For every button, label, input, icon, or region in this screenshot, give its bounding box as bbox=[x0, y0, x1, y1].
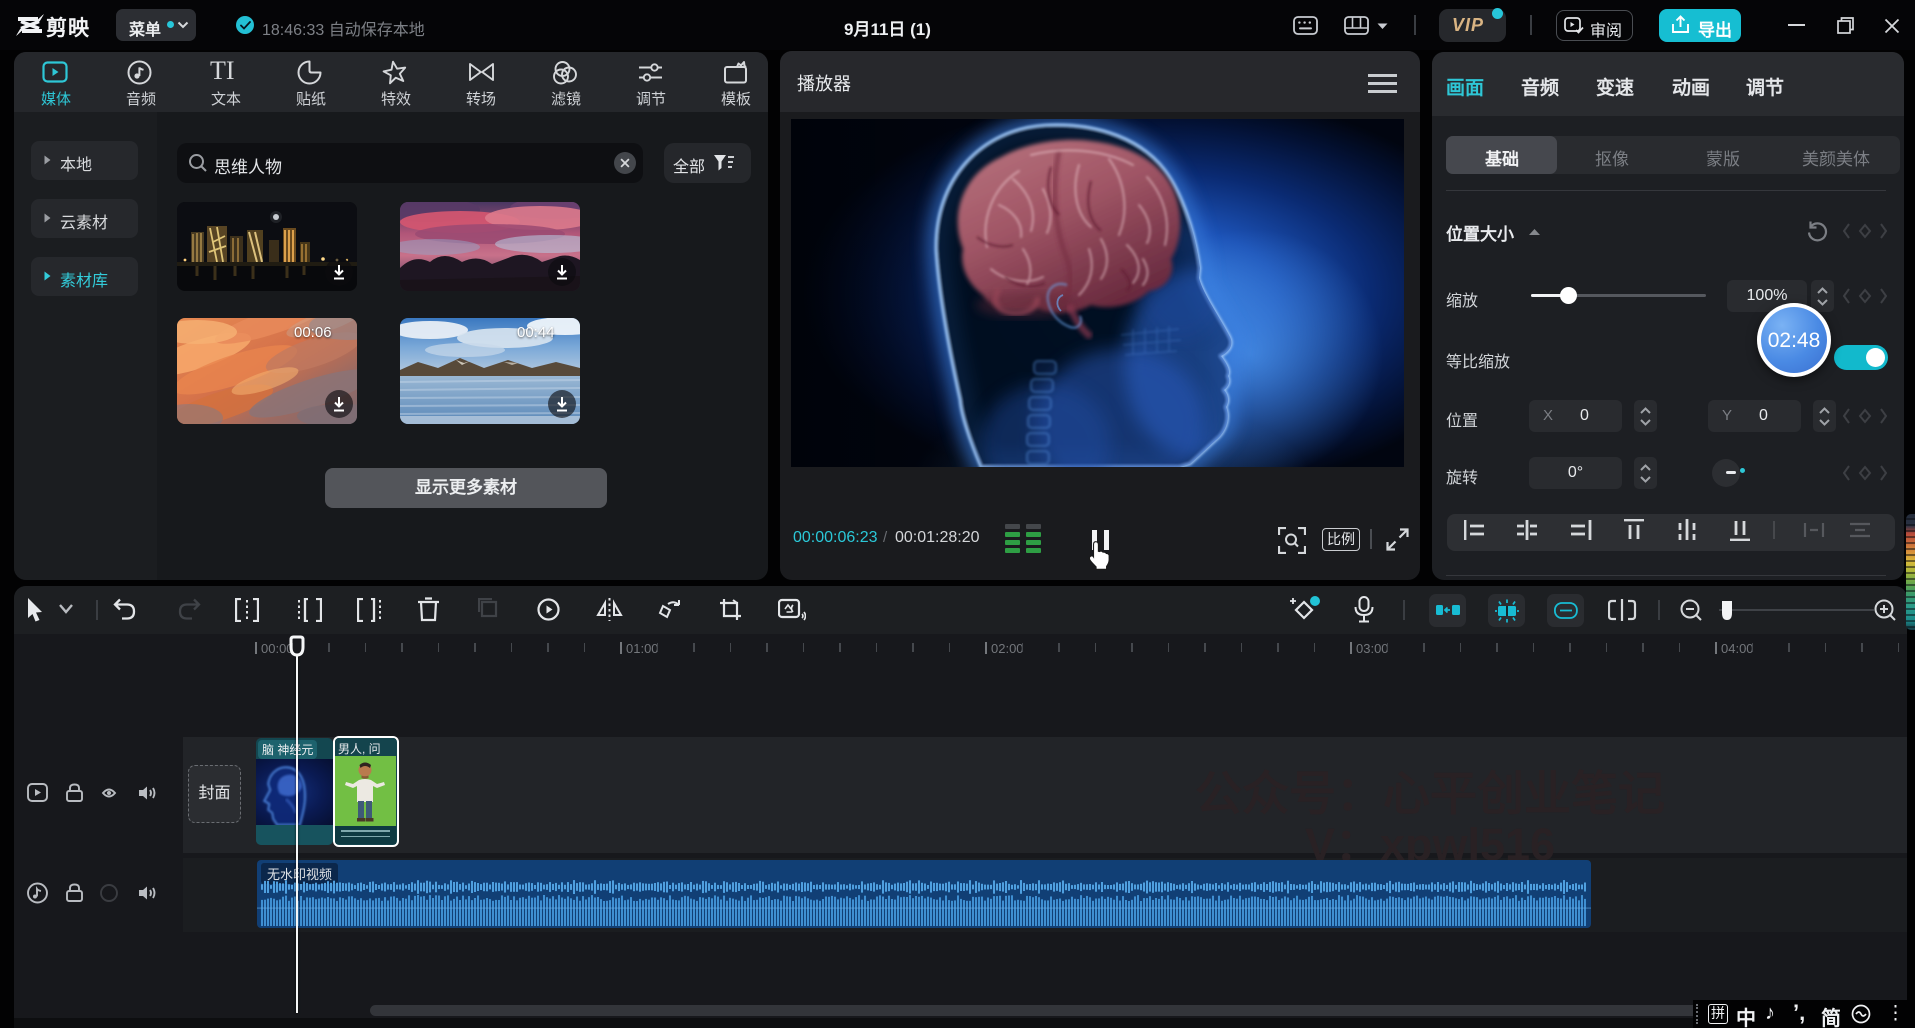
svg-text:VIP: VIP bbox=[1452, 15, 1484, 35]
